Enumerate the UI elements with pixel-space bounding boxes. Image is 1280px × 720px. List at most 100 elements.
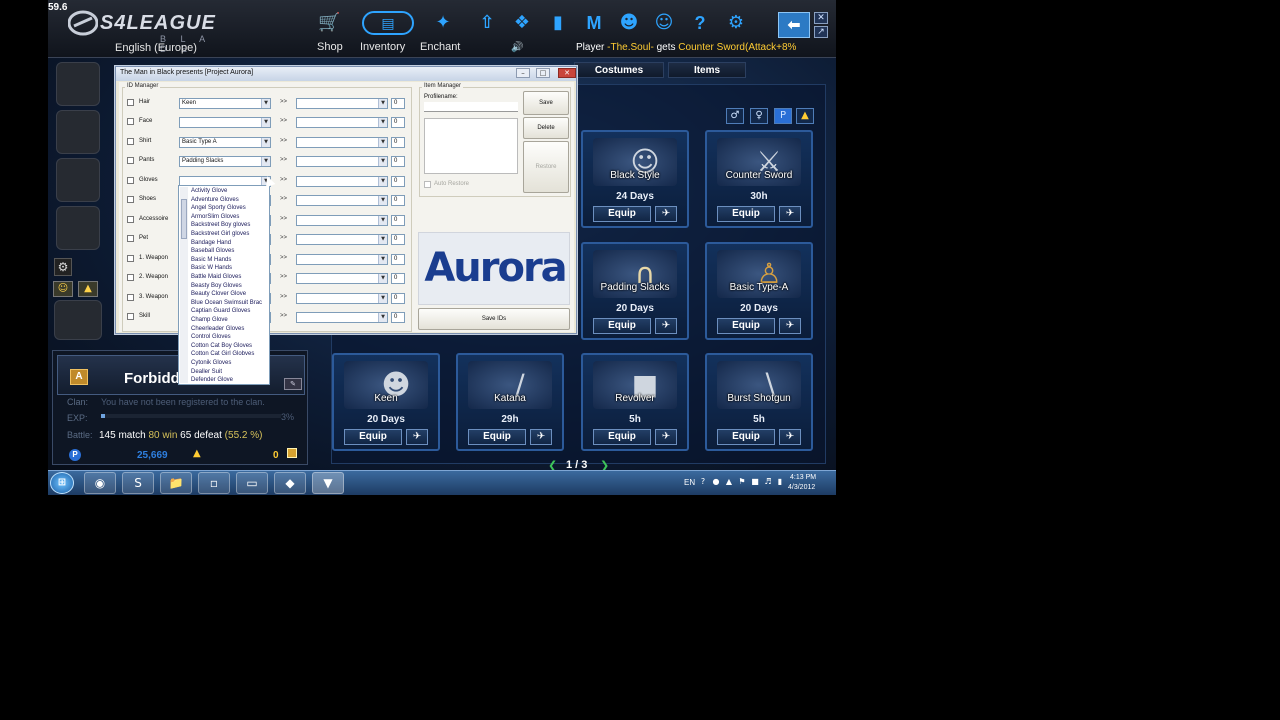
chevron-down-icon[interactable]: ▼ <box>261 157 270 166</box>
shoes-checkbox[interactable] <box>127 196 134 203</box>
filter-pen-icon[interactable]: P <box>774 108 792 124</box>
accessoire-target-select[interactable]: ▼ <box>296 215 388 226</box>
start-button[interactable]: ⊞ <box>50 472 74 494</box>
gloves-option[interactable]: Battle Maid Gloves <box>191 274 241 280</box>
filter-ap-icon[interactable]: ▲ <box>796 108 814 124</box>
skill-checkbox[interactable] <box>127 313 134 320</box>
mail-icon[interactable]: M <box>583 12 605 34</box>
tray-network-icon[interactable]: ● <box>711 477 721 487</box>
skill-target-select[interactable]: ▼ <box>296 312 388 323</box>
gloves-option[interactable]: Dealler Suit <box>191 369 222 375</box>
item-card[interactable]: ☺ Black Style 24 Days Equip ✈ <box>581 130 689 228</box>
weapon-filter-icon[interactable]: ▲ <box>78 281 98 297</box>
shirt-checkbox[interactable] <box>127 138 134 145</box>
tray-display-icon[interactable]: ■ <box>750 477 760 487</box>
gloves-option[interactable]: Cytonik Gloves <box>191 360 231 366</box>
tray-flag-icon[interactable]: ⚑ <box>737 477 747 487</box>
character-slot-hair[interactable] <box>56 62 100 106</box>
gloves-option[interactable]: Angel Sporty Gloves <box>191 205 246 211</box>
skype-icon[interactable]: S <box>122 472 154 494</box>
clan-edit-icon[interactable]: ✎ <box>284 378 302 390</box>
nav-enchant[interactable]: Enchant <box>420 41 460 53</box>
pants-count-input[interactable]: 0 <box>391 156 405 167</box>
gear-icon[interactable]: ⚙ <box>54 258 72 276</box>
equip-button[interactable]: Equip <box>344 429 402 445</box>
language-selector[interactable]: English (Europe) <box>115 42 197 54</box>
gift-icon[interactable]: ✈ <box>779 318 801 334</box>
close-icon[interactable]: ✕ <box>558 68 576 78</box>
hair-target-select[interactable]: ▼ <box>296 98 388 109</box>
face-checkbox[interactable] <box>127 118 134 125</box>
chevron-down-icon[interactable]: ▼ <box>378 235 387 244</box>
accessoire-checkbox[interactable] <box>127 216 134 223</box>
minimize-icon[interactable]: – <box>516 68 530 78</box>
app-window-icon[interactable]: ▭ <box>236 472 268 494</box>
chrome-icon[interactable]: ◉ <box>84 472 116 494</box>
pet-checkbox[interactable] <box>127 235 134 242</box>
clock-time[interactable]: 4:13 PM <box>790 474 816 481</box>
item-card[interactable]: ∕ Katana 29h Equip ✈ <box>456 353 564 451</box>
gift-icon[interactable]: ✈ <box>779 429 801 445</box>
3-weapon-count-input[interactable]: 0 <box>391 293 405 304</box>
tray-volume-icon[interactable]: ♬ <box>763 477 773 487</box>
item-card[interactable]: ⚔ Counter Sword 30h Equip ✈ <box>705 130 813 228</box>
gloves-option[interactable]: ArmorSlim Gloves <box>191 214 239 220</box>
trainer-titlebar[interactable]: The Man in Black presents [Project Auror… <box>116 67 576 81</box>
shirt-count-input[interactable]: 0 <box>391 137 405 148</box>
character-slot-pants[interactable] <box>56 206 100 250</box>
chevron-down-icon[interactable]: ▼ <box>261 118 270 127</box>
tray-power-icon[interactable]: ▮ <box>775 477 785 487</box>
chevron-down-icon[interactable]: ▼ <box>261 99 270 108</box>
item-card[interactable]: ∖ Burst Shotgun 5h Equip ✈ <box>705 353 813 451</box>
equip-button[interactable]: Equip <box>593 206 651 222</box>
pants-target-select[interactable]: ▼ <box>296 156 388 167</box>
character-filter-icon[interactable]: ☺ <box>53 281 73 297</box>
pants-checkbox[interactable] <box>127 157 134 164</box>
gift-icon[interactable]: ✈ <box>406 429 428 445</box>
2-weapon-count-input[interactable]: 0 <box>391 273 405 284</box>
chevron-down-icon[interactable]: ▼ <box>261 138 270 147</box>
channel-icon[interactable]: ❖ <box>511 12 533 34</box>
tray-arrow-icon[interactable]: ▲ <box>724 477 734 487</box>
hair-source-select[interactable]: Keen ▼ <box>179 98 271 109</box>
pet-target-select[interactable]: ▼ <box>296 234 388 245</box>
gloves-option[interactable]: Cotton Cat Girl Globves <box>191 351 254 357</box>
equip-button[interactable]: Equip <box>593 318 651 334</box>
gloves-option[interactable]: Adventure Gloves <box>191 197 239 203</box>
gloves-option[interactable]: Backstreet Boy gloves <box>191 222 250 228</box>
help-icon[interactable]: ? <box>689 12 711 34</box>
profilename-input[interactable] <box>424 102 518 112</box>
gift-icon[interactable]: ✈ <box>779 206 801 222</box>
enchant-icon[interactable]: ✦ <box>432 12 454 34</box>
gloves-option[interactable]: Basic M Hands <box>191 257 231 263</box>
tray-language[interactable]: EN <box>684 478 695 487</box>
gift-icon[interactable]: ✈ <box>530 429 552 445</box>
back-button[interactable]: ⬅ <box>778 12 810 38</box>
face-count-input[interactable]: 0 <box>391 117 405 128</box>
item-card[interactable]: ■ Revolver 5h Equip ✈ <box>581 353 689 451</box>
3-weapon-checkbox[interactable] <box>127 294 134 301</box>
gift-icon[interactable]: ✈ <box>655 429 677 445</box>
3-weapon-target-select[interactable]: ▼ <box>296 293 388 304</box>
filter-female-icon[interactable]: ♀ <box>750 108 768 124</box>
character-slot-shirt[interactable] <box>56 158 100 202</box>
nav-inventory[interactable]: Inventory <box>360 41 405 53</box>
chevron-down-icon[interactable]: ▼ <box>378 138 387 147</box>
shoes-target-select[interactable]: ▼ <box>296 195 388 206</box>
gloves-option[interactable]: Control Gloves <box>191 334 231 340</box>
close-icon[interactable]: ✕ <box>814 12 828 24</box>
gloves-option[interactable]: Defender Glove <box>191 377 233 383</box>
gloves-target-select[interactable]: ▼ <box>296 176 388 187</box>
save-ids-button[interactable]: Save IDs <box>418 308 570 330</box>
equip-button[interactable]: Equip <box>468 429 526 445</box>
profile-list[interactable] <box>424 118 518 174</box>
gloves-option[interactable]: Backstreet Girl gloves <box>191 231 249 237</box>
gloves-option[interactable]: Bandage Hand <box>191 240 231 246</box>
dropdown-scroll-thumb[interactable] <box>181 199 187 239</box>
chevron-down-icon[interactable]: ▼ <box>378 294 387 303</box>
tray-help-icon[interactable]: ? <box>698 477 708 487</box>
trainer-task-icon[interactable]: ◆ <box>274 472 306 494</box>
accessoire-count-input[interactable]: 0 <box>391 215 405 226</box>
tab-items[interactable]: Items <box>668 62 746 78</box>
friends-icon[interactable]: ☺ <box>653 12 675 34</box>
